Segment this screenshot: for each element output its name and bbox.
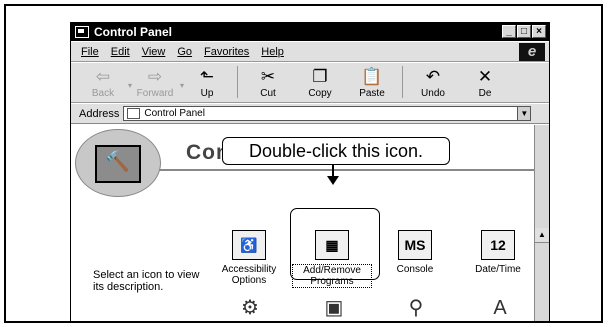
delete-button[interactable]: ✕ De xyxy=(459,67,511,102)
title-bar[interactable]: Control Panel _ □ × xyxy=(71,23,549,41)
control-panel-icon xyxy=(75,26,89,38)
address-input[interactable]: Control Panel xyxy=(123,106,519,121)
control-panel-large-icon xyxy=(95,145,141,183)
screenshot-frame: Control Panel _ □ × File Edit View Go Fa… xyxy=(4,4,603,323)
icon-accessibility-options[interactable]: ♿ Accessibility Options xyxy=(209,230,289,286)
callout-arrowhead xyxy=(327,176,339,185)
back-button[interactable]: ⇦ Back ▾ xyxy=(77,67,132,102)
window-title: Control Panel xyxy=(94,25,173,39)
font-folder-icon[interactable]: A xyxy=(485,295,515,321)
forward-arrow-icon: ⇨ xyxy=(147,67,163,86)
fonts-icon[interactable]: ▣ xyxy=(319,295,349,321)
back-arrow-icon: ⇦ xyxy=(95,67,111,86)
cut-button[interactable]: ✂ Cut xyxy=(242,67,294,102)
up-button[interactable]: ⬑ Up xyxy=(181,67,233,102)
menu-edit[interactable]: Edit xyxy=(111,46,130,58)
delete-icon: ✕ xyxy=(477,67,493,86)
maximize-button[interactable]: □ xyxy=(517,25,531,38)
heading-rule xyxy=(159,169,539,171)
address-value: Control Panel xyxy=(144,108,205,119)
vertical-scrollbar[interactable]: ▲ xyxy=(534,125,549,321)
copy-button[interactable]: ❐ Copy xyxy=(294,67,346,102)
toolbar: ⇦ Back▾ ⇨ Forward▾ ⬑ Up ✂ Cut ❐ Copy 📋 xyxy=(71,63,549,103)
instruction-callout: Double-click this icon. xyxy=(222,137,450,165)
menu-file[interactable]: File xyxy=(81,46,99,58)
highlight-box xyxy=(290,208,380,280)
close-button[interactable]: × xyxy=(532,25,546,38)
scroll-up-arrow-icon[interactable]: ▲ xyxy=(535,228,549,243)
forward-button[interactable]: ⇨ Forward ▾ xyxy=(129,67,184,102)
menu-view[interactable]: View xyxy=(142,46,166,58)
menu-go[interactable]: Go xyxy=(177,46,192,58)
copy-icon: ❐ xyxy=(312,67,328,86)
accessibility-icon: ♿ xyxy=(232,230,266,260)
toolbar-separator xyxy=(237,66,238,98)
control-panel-small-icon xyxy=(127,108,141,119)
menu-help[interactable]: Help xyxy=(261,46,284,58)
find-fast-icon[interactable]: ⚲ xyxy=(401,295,431,321)
icon-console[interactable]: MS Console xyxy=(375,230,455,275)
menu-favorites[interactable]: Favorites xyxy=(204,46,249,58)
icon-date-time[interactable]: 12 Date/Time xyxy=(458,230,538,275)
undo-button[interactable]: ↶ Undo xyxy=(407,67,459,102)
address-dropdown-button[interactable]: ▼ xyxy=(517,106,532,121)
scissors-icon: ✂ xyxy=(260,67,276,86)
up-folder-icon: ⬑ xyxy=(199,67,215,86)
toolbar-separator xyxy=(402,66,403,98)
minimize-button[interactable]: _ xyxy=(502,25,516,38)
paste-button[interactable]: 📋 Paste xyxy=(346,67,398,102)
address-label: Address xyxy=(79,107,120,120)
window-controls: _ □ × xyxy=(502,25,546,38)
console-icon: MS xyxy=(398,230,432,260)
display-icon[interactable]: ⚙ xyxy=(235,295,265,321)
clipboard-icon: 📋 xyxy=(361,67,383,86)
ie-logo-icon: e xyxy=(519,43,545,61)
description-text: Select an icon to view its description. xyxy=(93,269,200,293)
undo-icon: ↶ xyxy=(425,67,441,86)
address-bar: Address Control Panel ▼ xyxy=(71,104,549,124)
date-time-icon: 12 xyxy=(481,230,515,260)
menu-bar: File Edit View Go Favorites Help e xyxy=(71,42,549,62)
